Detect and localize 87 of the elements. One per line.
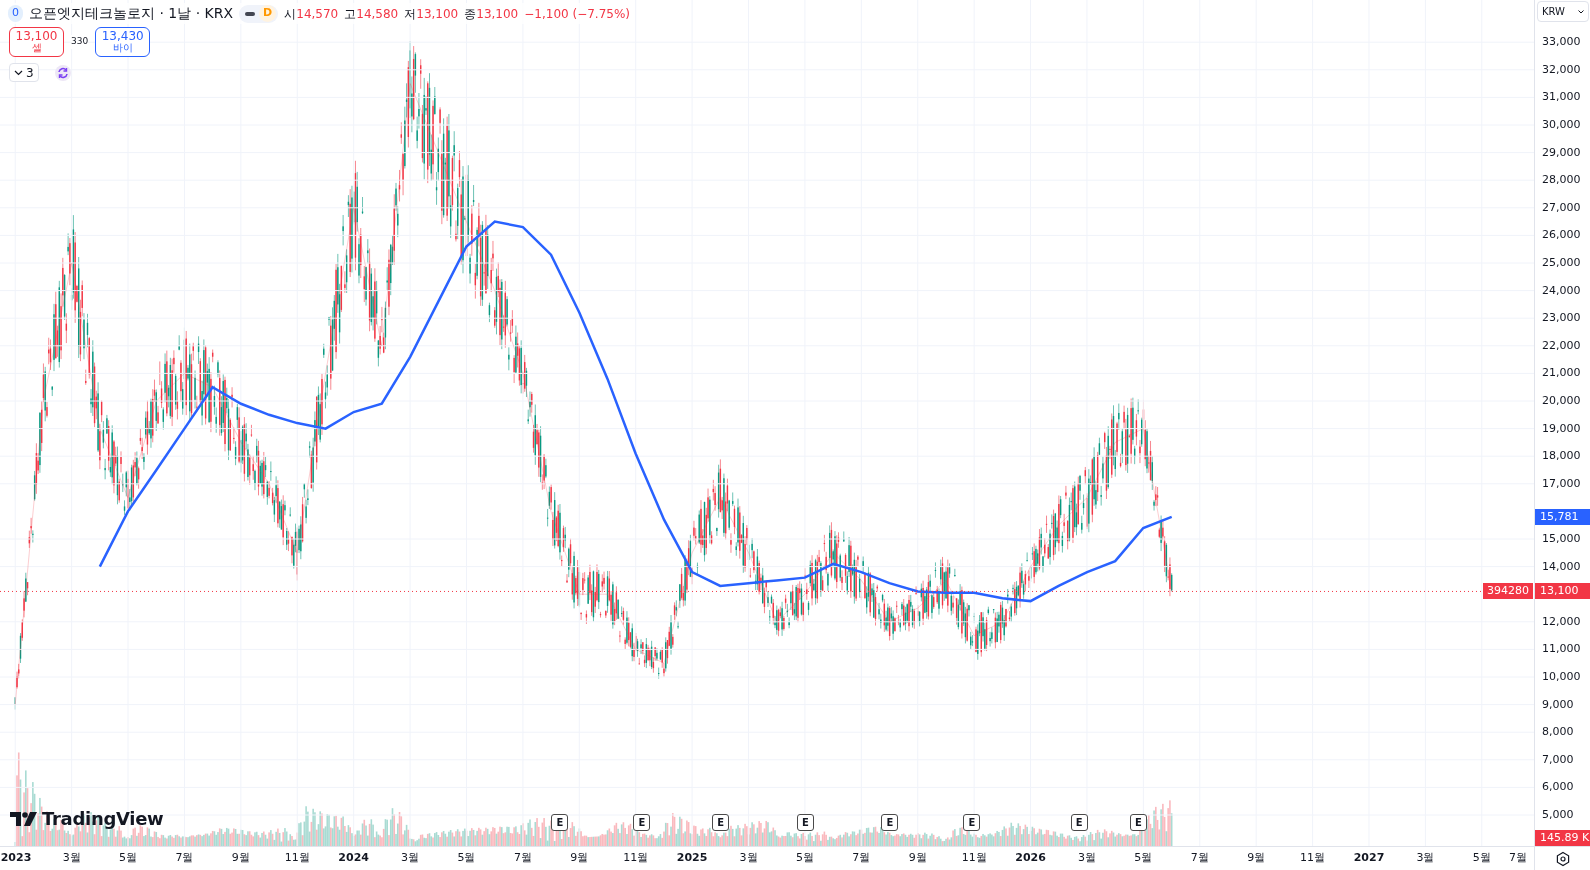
price-axis-label: 14,000 xyxy=(1542,559,1581,574)
price-axis-label: 26,000 xyxy=(1542,228,1581,243)
earnings-marker[interactable]: E xyxy=(551,814,569,831)
volume-badge: 145.89 K xyxy=(1535,830,1590,846)
price-axis-label: 31,000 xyxy=(1542,90,1581,105)
price-axis-label: 20,000 xyxy=(1542,394,1581,408)
indicators-toggle[interactable]: 3 xyxy=(9,63,39,82)
price-axis-label: 33,000 xyxy=(1542,35,1581,50)
time-axis-label: 7월 xyxy=(175,850,194,866)
time-axis-label: 3월 xyxy=(62,850,81,866)
price-axis-label: 25,000 xyxy=(1542,256,1581,270)
bar-countdown-badge: 394280 xyxy=(1483,583,1533,600)
last-price-badge: 13,100 xyxy=(1535,583,1590,600)
price-axis-label: 23,000 xyxy=(1542,311,1581,326)
minus-icon xyxy=(245,11,256,16)
time-axis-label: 2023 xyxy=(0,850,32,866)
time-axis-label: 11월 xyxy=(623,850,649,866)
refresh-icon[interactable] xyxy=(54,64,71,81)
time-axis-label: 7월 xyxy=(1509,850,1527,866)
buy-button[interactable]: 13,430 바이 xyxy=(95,27,151,57)
price-axis-label: 6,000 xyxy=(1542,780,1574,795)
time-axis-label: 3월 xyxy=(739,850,758,866)
time-axis-label: 11월 xyxy=(961,850,987,866)
price-axis-label: 18,000 xyxy=(1542,449,1581,464)
time-axis-label: 3월 xyxy=(1416,850,1435,866)
price-axis-label: 24,000 xyxy=(1542,283,1581,298)
price-change: −1,100 (−7.75%) xyxy=(524,5,630,23)
symbol-badge: 0 xyxy=(8,5,23,22)
currency-dropdown[interactable]: KRW xyxy=(1537,1,1589,22)
price-axis-label: 17,000 xyxy=(1542,476,1581,491)
sell-button[interactable]: 13,100 셀 xyxy=(9,27,64,57)
time-axis-label: 11월 xyxy=(284,850,310,866)
earnings-marker[interactable]: E xyxy=(1070,814,1088,831)
earnings-marker[interactable]: E xyxy=(796,814,814,831)
time-axis-label: 5월 xyxy=(1134,850,1153,866)
earnings-marker[interactable]: E xyxy=(633,814,651,831)
time-axis-label: 7월 xyxy=(1190,850,1209,866)
ohlc-value: 저 13,100 xyxy=(404,5,459,23)
time-axis-label: 5월 xyxy=(795,850,814,866)
time-axis-label: 11월 xyxy=(1300,850,1326,866)
price-axis-label: 9,000 xyxy=(1542,697,1574,712)
price-axis-label: 12,000 xyxy=(1542,614,1581,629)
price-axis-label: 27,000 xyxy=(1542,200,1581,215)
ohlc-value: 고14,580 xyxy=(344,5,399,23)
price-axis-label: 21,000 xyxy=(1542,366,1581,381)
ohlc-value: 종13,100 xyxy=(464,5,519,23)
price-axis-label: 10,000 xyxy=(1542,670,1581,684)
logo-mark-icon xyxy=(10,810,38,827)
spread-value: 330 xyxy=(71,35,89,49)
price-axis-label: 29,000 xyxy=(1542,145,1581,160)
time-axis-label: 2027 xyxy=(1353,850,1385,866)
time-axis-label: 9월 xyxy=(1247,850,1266,866)
chevron-down-icon xyxy=(1578,9,1584,14)
time-axis-label: 9월 xyxy=(570,850,589,866)
moving-average-badge: 15,781 xyxy=(1535,508,1590,525)
time-axis-label: 5월 xyxy=(457,850,476,866)
price-axis-label: 11,000 xyxy=(1542,642,1581,657)
symbol-title[interactable]: 오픈엣지테크놀로지 · 1날 · KRX xyxy=(29,3,234,24)
time-axis-label: 3월 xyxy=(1077,850,1096,866)
time-axis-label: 5월 xyxy=(119,850,138,866)
time-axis-label: 2026 xyxy=(1015,850,1046,866)
earnings-marker[interactable]: E xyxy=(712,814,730,831)
time-axis-label: 9월 xyxy=(908,850,927,866)
interval-badge: D xyxy=(259,5,277,22)
time-axis-label: 5월 xyxy=(1472,850,1491,866)
price-axis-label: 15,000 xyxy=(1542,532,1581,546)
ohlc-value: 시 14,570 xyxy=(284,5,339,23)
chevron-down-icon xyxy=(14,69,23,76)
logo-wordmark: TradingView xyxy=(42,807,164,831)
price-axis-label: 19,000 xyxy=(1542,421,1581,436)
time-axis-label: 7월 xyxy=(852,850,871,866)
price-axis-label: 22,000 xyxy=(1542,338,1581,353)
time-axis-label: 7월 xyxy=(513,850,532,866)
price-axis-label: 5,000 xyxy=(1542,808,1574,822)
time-axis-label: 9월 xyxy=(231,850,250,866)
time-axis-label: 2024 xyxy=(338,850,369,866)
time-axis-label: 3월 xyxy=(401,850,420,866)
price-axis-label: 28,000 xyxy=(1542,173,1581,188)
settings-icon[interactable] xyxy=(1554,850,1571,867)
earnings-marker[interactable]: E xyxy=(1129,814,1147,831)
earnings-marker[interactable]: E xyxy=(881,814,899,831)
earnings-marker[interactable]: E xyxy=(963,814,981,831)
price-axis-label: 32,000 xyxy=(1542,62,1581,77)
price-axis-label: 30,000 xyxy=(1542,118,1581,132)
price-axis-label: 7,000 xyxy=(1542,752,1574,767)
time-axis-label: 2025 xyxy=(676,850,708,866)
price-axis-label: 8,000 xyxy=(1542,725,1574,740)
